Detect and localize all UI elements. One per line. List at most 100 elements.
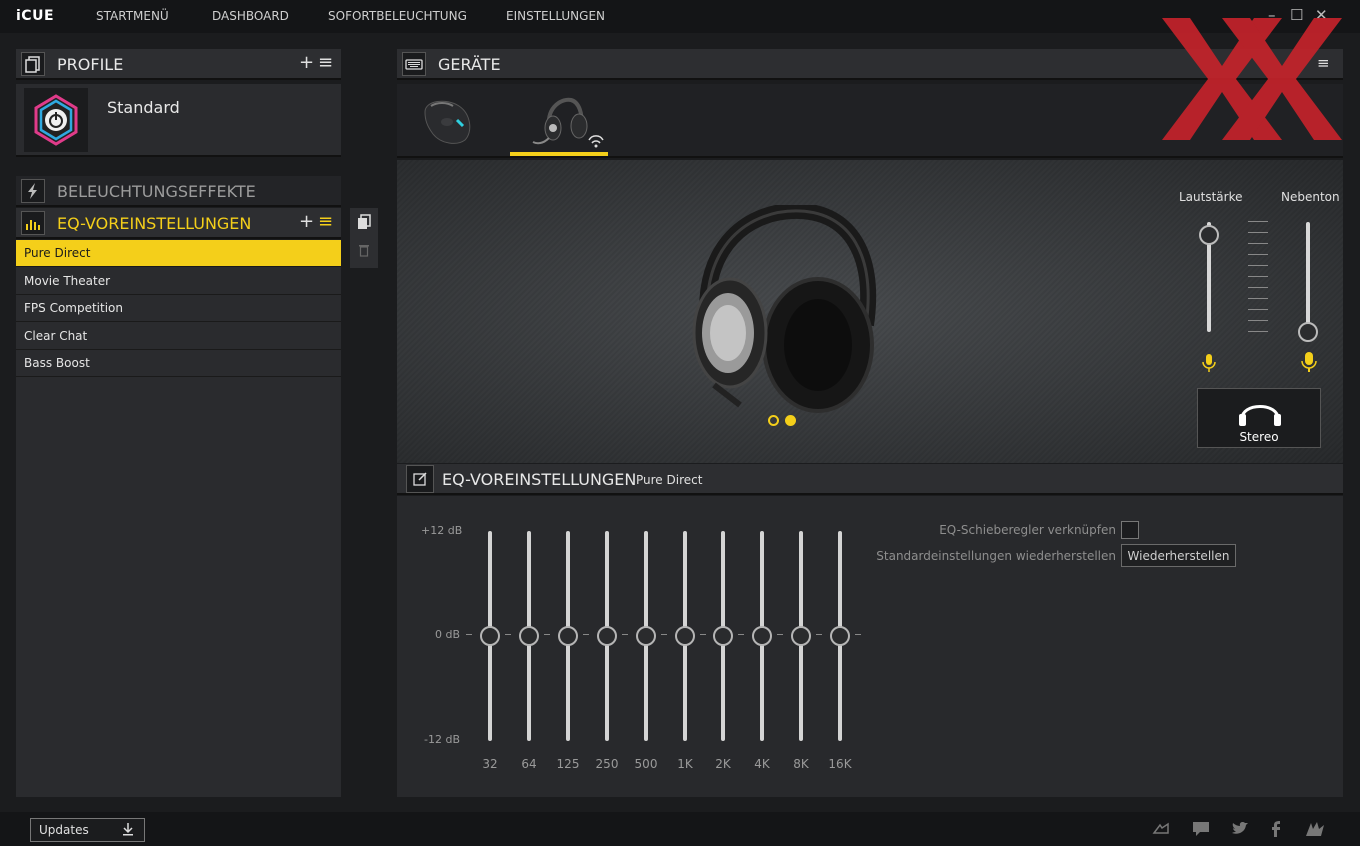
headset-device[interactable] — [529, 92, 609, 152]
sidetone-slider-knob[interactable] — [1298, 322, 1318, 342]
volume-label: Lautstärke — [1179, 190, 1243, 204]
copy-icon[interactable] — [357, 214, 371, 234]
carousel-dot[interactable] — [768, 415, 779, 426]
eq-freq-label: 4K — [754, 757, 770, 771]
eq-presets-title: EQ-VOREINSTELLUNGEN — [57, 214, 252, 233]
eq-band-slider-64[interactable] — [519, 531, 539, 741]
eq-zero-tick — [855, 634, 861, 635]
eq-zero-tick — [505, 634, 511, 635]
support-icon[interactable] — [1152, 821, 1170, 841]
eq-band-knob[interactable] — [713, 626, 733, 646]
stereo-label: Stereo — [1239, 430, 1279, 444]
mouse-device[interactable] — [417, 92, 477, 152]
chat-icon[interactable] — [1192, 821, 1210, 841]
eq-zero-tick — [544, 634, 550, 635]
watermark-logo — [1162, 18, 1342, 144]
add-eq-preset-button[interactable]: + — [299, 211, 314, 232]
eq-freq-label: 16K — [828, 757, 852, 771]
eq-band-knob[interactable] — [675, 626, 695, 646]
volume-slider-knob[interactable] — [1199, 225, 1219, 245]
devices-title: GERÄTE — [438, 55, 501, 74]
eq-band-slider-1k[interactable] — [675, 531, 695, 741]
eq-zero-tick — [583, 634, 589, 635]
eq-panel-header: EQ-VOREINSTELLUNGEN Pure Direct — [397, 464, 1343, 495]
eq-freq-label: 8K — [793, 757, 809, 771]
eq-band-knob[interactable] — [830, 626, 850, 646]
updates-label: Updates — [39, 823, 89, 837]
eq-band-slider-500[interactable] — [636, 531, 656, 741]
selected-device-indicator — [510, 152, 608, 156]
eq-freq-label: 1K — [677, 757, 693, 771]
eq-panel-preset-name: Pure Direct — [636, 473, 703, 487]
eq-band-slider-4k[interactable] — [752, 531, 772, 741]
eq-freq-label: 64 — [521, 757, 537, 771]
eq-presets-menu-icon[interactable]: ≡ — [318, 211, 333, 232]
eq-band-slider-8k[interactable] — [791, 531, 811, 741]
lightning-icon — [21, 179, 45, 203]
link-sliders-label: EQ-Schieberegler verknüpfen — [939, 523, 1116, 537]
eq-zero-tick — [816, 634, 822, 635]
icue-window: iCUE STARTMENÜ DASHBOARD SOFORTBELEUCHTU… — [0, 0, 1360, 846]
eq-preset-item[interactable]: Bass Boost — [16, 350, 341, 377]
restore-button[interactable]: Wiederherstellen — [1121, 544, 1236, 567]
stereo-mode-button[interactable]: Stereo — [1197, 388, 1321, 448]
eq-presets-header: EQ-VOREINSTELLUNGEN + ≡ — [16, 208, 341, 239]
equalizer-icon — [21, 211, 45, 235]
top-bar: iCUE STARTMENÜ DASHBOARD SOFORTBELEUCHTU… — [0, 0, 1360, 33]
eq-band-knob[interactable] — [597, 626, 617, 646]
eq-preset-item[interactable]: Clear Chat — [16, 323, 341, 350]
edit-icon[interactable] — [406, 465, 434, 493]
eq-band-knob[interactable] — [519, 626, 539, 646]
eq-band-slider-32[interactable] — [480, 531, 500, 741]
eq-freq-label: 125 — [556, 757, 580, 771]
eq-band-knob[interactable] — [480, 626, 500, 646]
profiles-menu-icon[interactable]: ≡ — [318, 52, 333, 73]
eq-band-slider-250[interactable] — [597, 531, 617, 741]
eq-zero-tick — [622, 634, 628, 635]
volume-scale — [1248, 221, 1268, 335]
profiles-title: PROFILE — [57, 55, 124, 74]
carousel-dot-active[interactable] — [785, 415, 796, 426]
updates-button[interactable]: Updates — [30, 818, 145, 842]
db-bottom-label: -12 dB — [424, 733, 460, 746]
eq-preset-item[interactable]: Pure Direct — [16, 240, 341, 267]
trash-icon[interactable] — [358, 242, 370, 261]
eq-band-knob[interactable] — [791, 626, 811, 646]
profile-card[interactable]: Standard — [16, 84, 341, 157]
eq-band-knob[interactable] — [558, 626, 578, 646]
twitter-icon[interactable] — [1231, 821, 1249, 841]
eq-freq-label: 500 — [634, 757, 658, 771]
eq-preset-item[interactable]: Movie Theater — [16, 268, 341, 295]
add-profile-button[interactable]: + — [299, 52, 314, 73]
eq-band-knob[interactable] — [636, 626, 656, 646]
eq-zero-tick — [466, 634, 472, 635]
eq-band-knob[interactable] — [752, 626, 772, 646]
eq-panel-body — [397, 496, 1343, 797]
corsair-icon[interactable] — [1305, 821, 1325, 841]
link-sliders-checkbox[interactable] — [1121, 521, 1139, 539]
facebook-icon[interactable] — [1270, 821, 1282, 841]
profile-logo-icon — [24, 88, 88, 152]
sidetone-slider[interactable] — [1306, 222, 1310, 332]
nav-dashboard[interactable]: DASHBOARD — [212, 9, 289, 23]
headset-image — [690, 202, 880, 424]
sidetone-microphone-icon — [1300, 350, 1318, 378]
eq-band-slider-16k[interactable] — [830, 531, 850, 741]
profiles-icon — [21, 52, 45, 76]
eq-zero-tick — [777, 634, 783, 635]
lighting-effects-title: BELEUCHTUNGSEFFEKTE — [57, 182, 256, 201]
lighting-effects-header[interactable]: BELEUCHTUNGSEFFEKTE — [16, 176, 341, 207]
microphone-icon — [1201, 352, 1217, 378]
eq-zero-tick — [700, 634, 706, 635]
nav-settings[interactable]: EINSTELLUNGEN — [506, 9, 605, 23]
eq-band-slider-2k[interactable] — [713, 531, 733, 741]
headphones-icon — [1236, 394, 1284, 432]
nav-startmenu[interactable]: STARTMENÜ — [96, 9, 169, 23]
eq-panel-title: EQ-VOREINSTELLUNGEN — [442, 470, 637, 489]
eq-freq-label: 250 — [595, 757, 619, 771]
nav-instant-lighting[interactable]: SOFORTBELEUCHTUNG — [328, 9, 467, 23]
eq-band-slider-125[interactable] — [558, 531, 578, 741]
eq-preset-item[interactable]: FPS Competition — [16, 295, 341, 322]
download-icon — [122, 822, 134, 839]
profiles-header: PROFILE + ≡ — [16, 49, 341, 80]
